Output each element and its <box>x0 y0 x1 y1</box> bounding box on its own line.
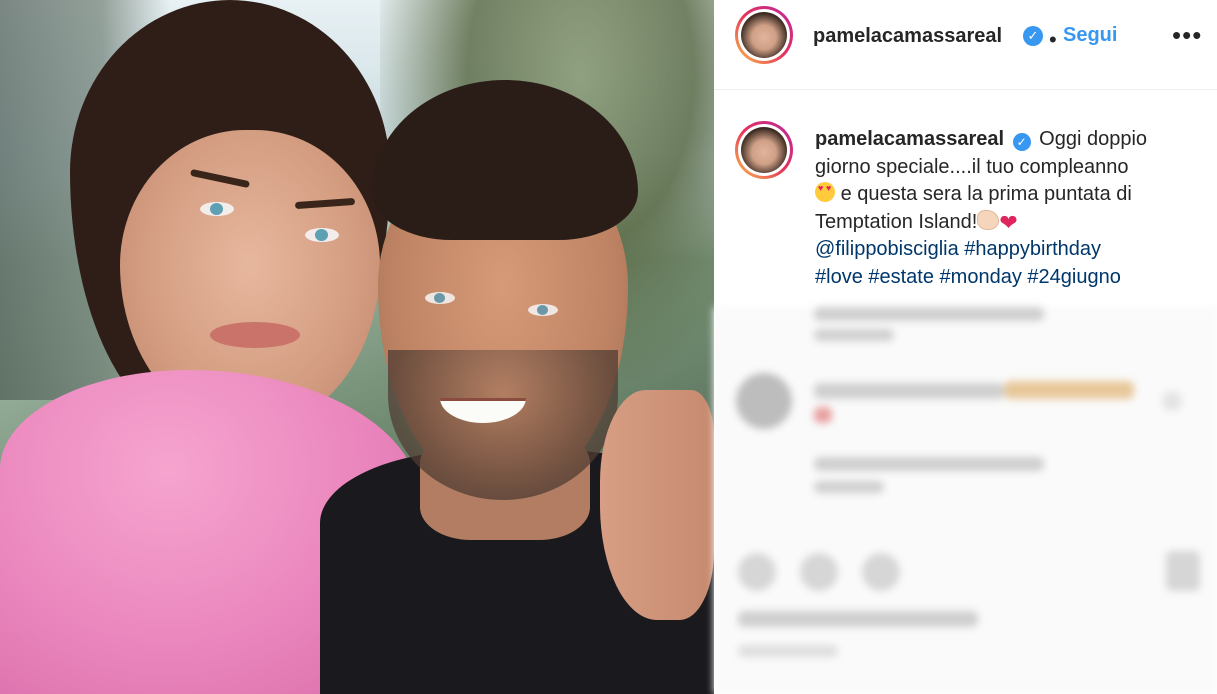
hashtag-link[interactable]: #happybirthday <box>964 238 1101 260</box>
caption-line1: Oggi doppio <box>1039 128 1148 150</box>
caption-line3: e questa sera la prima puntata di <box>840 183 1132 205</box>
clapping-hands-emoji-icon <box>977 209 1000 230</box>
blurred-text <box>814 481 884 493</box>
blurred-text <box>814 383 1004 399</box>
blurred-like-icon <box>738 553 776 591</box>
woman-eye-left <box>200 202 234 216</box>
follow-button[interactable]: Segui <box>1063 24 1117 47</box>
header-separator: • <box>1049 27 1057 52</box>
blurred-date <box>738 645 838 657</box>
woman-arm <box>600 390 714 620</box>
header-username[interactable]: pamelacamassareal <box>813 25 1002 48</box>
hashtag-link[interactable]: #love <box>815 266 863 288</box>
post-header: pamelacamassareal ✓ • Segui ••• <box>714 0 1217 90</box>
more-options-icon[interactable]: ••• <box>1172 20 1202 51</box>
blurred-save-icon <box>1166 551 1200 591</box>
mention-link[interactable]: @filippobisciglia <box>815 238 959 260</box>
post-photo <box>0 0 714 694</box>
woman-lips <box>210 322 300 348</box>
hashtag-link[interactable]: #estate <box>868 266 934 288</box>
blurred-like-icon <box>1162 391 1182 411</box>
heart-eyes-emoji-icon <box>815 182 835 202</box>
hashtag-link[interactable]: #24giugno <box>1027 266 1120 288</box>
caption-username[interactable]: pamelacamassareal <box>815 128 1004 150</box>
blurred-text <box>814 329 894 341</box>
caption-avatar[interactable] <box>735 121 793 179</box>
hashtag-link[interactable]: #monday <box>940 266 1022 288</box>
blurred-emoji-row <box>1004 381 1134 399</box>
man-eye-left <box>425 292 455 304</box>
caption-line4: Temptation Island! <box>815 210 978 233</box>
blurred-emoji <box>814 407 832 423</box>
woman-eye-right <box>305 228 339 242</box>
blurred-comment-icon <box>800 553 838 591</box>
red-heart-emoji-icon: ❤ <box>999 209 1018 235</box>
caption-block: pamelacamassareal ✓ Oggi doppio giorno s… <box>714 90 1217 306</box>
caption-verified-icon: ✓ <box>1012 133 1031 151</box>
blurred-likes-count <box>738 611 978 627</box>
blurred-share-icon <box>862 553 900 591</box>
profile-avatar[interactable] <box>735 6 793 64</box>
blurred-avatar <box>736 373 792 429</box>
post-side-panel: pamelacamassareal ✓ • Segui ••• pamelaca… <box>714 0 1217 694</box>
caption-line2: giorno speciale....il tuo compleanno <box>815 155 1129 178</box>
blurred-text <box>814 307 1044 321</box>
blurred-text <box>814 457 1044 471</box>
man-eye-right <box>528 304 558 316</box>
verified-badge-icon: ✓ <box>1023 26 1043 46</box>
caption-text: pamelacamassareal ✓ Oggi doppio giorno s… <box>815 126 1185 291</box>
blurred-comments-area <box>714 307 1217 694</box>
